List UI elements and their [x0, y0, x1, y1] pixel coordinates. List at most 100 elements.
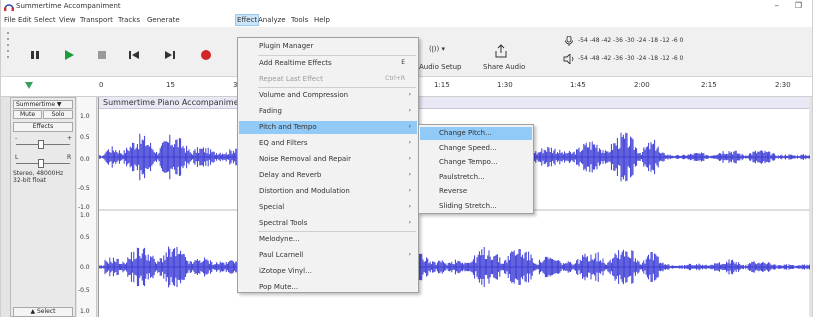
effect-menu-shortcut: Ctrl+R — [385, 75, 405, 82]
effect-menu-item[interactable]: Plugin Manager — [239, 40, 417, 53]
effect-menu-item[interactable]: Pop Mute... — [239, 281, 417, 294]
playback-meter-scale[interactable]: -54 -48 -42 -36 -30 -24 -18 -12 -6 0 — [578, 55, 683, 62]
clip-header[interactable]: Summertime Piano Accompaniment — [99, 97, 809, 109]
pitch-tempo-item-label: Paulstretch... — [439, 172, 485, 181]
menu-tracks[interactable]: Tracks — [118, 16, 140, 24]
track-format-info-2: 32-bit float — [13, 177, 47, 184]
window-title: Summertime Accompaniment — [16, 2, 121, 10]
maximize-button[interactable]: ❐ — [795, 1, 802, 10]
submenu-arrow-icon: › — [408, 123, 411, 130]
microphone-icon[interactable] — [564, 36, 574, 46]
effect-menu-item[interactable]: Add Realtime Effects E — [239, 57, 417, 70]
pitch-and-tempo-submenu: Change Pitch... Change Speed... Change Tem… — [418, 124, 534, 214]
effect-menu-item[interactable]: Delay and Reverb › — [239, 169, 417, 182]
select-track-button[interactable]: ▲ Select — [13, 307, 73, 317]
menu-edit[interactable]: Edit — [18, 16, 32, 24]
effect-menu-item[interactable]: Melodyne... — [239, 233, 417, 246]
effect-menu-item-label: Add Realtime Effects — [259, 59, 332, 67]
menu-file[interactable]: File — [4, 16, 16, 24]
gain-slider-thumb[interactable] — [38, 140, 44, 149]
menu-tools[interactable]: Tools — [291, 16, 308, 24]
submenu-arrow-icon: › — [408, 187, 411, 194]
submenu-arrow-icon: › — [408, 91, 411, 98]
pitch-tempo-item-label: Sliding Stretch... — [439, 201, 497, 210]
menu-help[interactable]: Help — [314, 16, 330, 24]
effect-menu-item-label: iZotope Vinyl... — [259, 267, 312, 275]
ruler-tick: 2:00 — [634, 81, 650, 89]
menu-select[interactable]: Select — [34, 16, 56, 24]
effect-menu-item[interactable]: Paul Lcarnell › — [239, 249, 417, 262]
pan-slider-thumb[interactable] — [38, 159, 44, 168]
effect-menu-item-label: Paul Lcarnell — [259, 251, 304, 259]
audio-setup-button[interactable]: Audio Setup — [419, 63, 462, 71]
effect-menu-item[interactable]: Noise Removal and Repair › — [239, 153, 417, 166]
scale-label: 1.0 — [80, 308, 90, 315]
speaker-icon[interactable] — [563, 54, 575, 64]
pitch-tempo-item[interactable]: Reverse — [420, 185, 532, 198]
scale-label: -0.5 — [78, 287, 90, 294]
scale-label: 1.0 — [80, 113, 90, 120]
record-meter-scale[interactable]: -54 -48 -42 -36 -30 -24 -18 -12 -6 0 — [578, 37, 683, 44]
effects-button[interactable]: Effects — [13, 122, 73, 132]
skip-to-end-icon[interactable] — [164, 49, 176, 61]
effect-menu-item: Repeat Last Effect Ctrl+R — [239, 73, 417, 86]
effect-menu-item[interactable]: Volume and Compression › — [239, 89, 417, 102]
effect-menu-item-label: Melodyne... — [259, 235, 300, 243]
ruler-tick: 1:45 — [570, 81, 586, 89]
record-icon[interactable] — [200, 49, 212, 61]
amplitude-scale: 1.0 0.5 0.0 -0.5 -1.0 1.0 0.5 0.0 -0.5 1… — [77, 97, 97, 317]
scale-label: 0.0 — [80, 264, 90, 271]
share-audio-icon[interactable] — [495, 44, 507, 58]
pitch-tempo-item[interactable]: Change Tempo... — [420, 156, 532, 169]
pitch-tempo-item-label: Change Tempo... — [439, 158, 498, 166]
track-name-menu[interactable]: Summertime ▼ — [13, 100, 73, 109]
effect-menu-item[interactable]: Special › — [239, 201, 417, 214]
scale-label: 1.0 — [80, 212, 90, 219]
ruler-tick: 1:30 — [497, 81, 513, 89]
menu-transport[interactable]: Transport — [80, 16, 113, 24]
pause-icon[interactable] — [29, 49, 41, 61]
play-icon[interactable] — [63, 49, 75, 61]
effect-menu-item-label: Fading — [259, 107, 282, 115]
effect-menu-item[interactable]: iZotope Vinyl... — [239, 265, 417, 278]
effect-menu-item[interactable]: EQ and Filters › — [239, 137, 417, 150]
share-audio-button[interactable]: Share Audio — [483, 63, 525, 71]
ruler-tick: 2:30 — [775, 81, 791, 89]
scale-label: 0.0 — [80, 156, 90, 163]
audio-setup-icon[interactable]: (ǀ)) ▾ — [429, 45, 445, 53]
skip-to-start-icon[interactable] — [128, 49, 140, 61]
scale-label: -0.5 — [78, 185, 90, 192]
scale-label: 0.5 — [80, 234, 90, 241]
effect-menu-item-label: Special — [259, 203, 285, 211]
pitch-tempo-item[interactable]: Sliding Stretch... — [420, 200, 532, 213]
audacity-window: Summertime Accompaniment – ❐ File Edit S… — [0, 0, 813, 317]
minimize-button[interactable]: – — [775, 1, 780, 11]
effect-menu-item[interactable]: Fading › — [239, 105, 417, 118]
menu-analyze[interactable]: Analyze — [258, 16, 286, 24]
clip-name[interactable]: Summertime Piano Accompaniment — [103, 98, 247, 107]
effect-menu-item-label: Pop Mute... — [259, 283, 299, 291]
submenu-arrow-icon: › — [408, 219, 411, 226]
gain-plus-label: + — [67, 135, 73, 142]
submenu-arrow-icon: › — [408, 203, 411, 210]
track-format-info: Stereo, 48000Hz — [13, 170, 64, 177]
solo-button[interactable]: Solo — [43, 110, 73, 119]
effect-menu-item-label: Pitch and Tempo — [259, 123, 317, 131]
effect-menu-item-label: Delay and Reverb — [259, 171, 322, 179]
toolbar-grip-icon[interactable] — [6, 30, 11, 66]
pitch-tempo-item[interactable]: Paulstretch... — [420, 171, 532, 184]
ruler-tick: 2:15 — [701, 81, 717, 89]
effect-menu-item-label: Volume and Compression — [259, 91, 349, 99]
effect-menu-item[interactable]: Pitch and Tempo › — [239, 121, 417, 134]
pitch-tempo-item[interactable]: Change Pitch... — [420, 127, 532, 140]
menu-effect[interactable]: Effect — [235, 14, 260, 26]
effect-menu-item[interactable]: Distortion and Modulation › — [239, 185, 417, 198]
timeline-pin-icon[interactable] — [24, 81, 34, 90]
menu-generate[interactable]: Generate — [147, 16, 180, 24]
stop-icon[interactable] — [96, 49, 108, 61]
mute-button[interactable]: Mute — [13, 110, 42, 119]
effect-menu-item[interactable]: Spectral Tools › — [239, 217, 417, 230]
pitch-tempo-item[interactable]: Change Speed... — [420, 142, 532, 155]
menu-view[interactable]: View — [59, 16, 76, 24]
submenu-arrow-icon: › — [408, 171, 411, 178]
